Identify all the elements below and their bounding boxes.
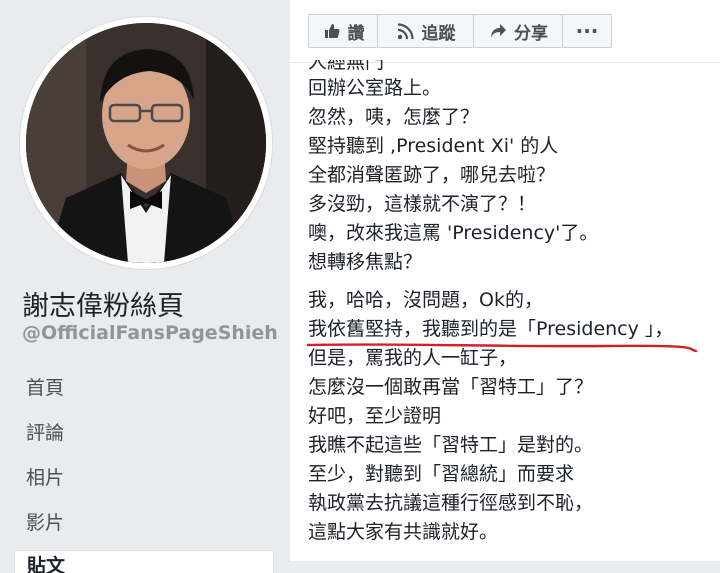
post-line: 執政黨去抗議這種行徑感到不恥， <box>308 492 594 514</box>
page-nav: 首頁 評論 相片 影片 貼文 <box>14 366 274 573</box>
more-options-button[interactable]: ··· <box>562 14 612 48</box>
page-handle[interactable]: @OfficialFansPageShieh <box>22 322 278 344</box>
like-button[interactable]: 讚 <box>308 14 378 48</box>
share-button[interactable]: 分享 <box>473 14 563 48</box>
page-name[interactable]: 謝志偉粉絲頁 <box>22 284 184 323</box>
share-arrow-icon <box>488 21 508 41</box>
post-line: 怎麼沒一個敢再當「習特工」了？ <box>308 376 594 398</box>
nav-item-reviews[interactable]: 評論 <box>14 411 274 456</box>
follow-button[interactable]: 追蹤 <box>377 14 474 48</box>
like-label: 讚 <box>347 23 365 44</box>
post-line: 好吧，至少證明 <box>308 405 442 427</box>
page-action-bar: 讚 追蹤 分享 ··· <box>308 14 612 50</box>
rss-icon <box>396 21 416 41</box>
post-line: 多沒勁，這樣就不演了？！ <box>308 193 537 215</box>
follow-label: 追蹤 <box>421 23 456 44</box>
post-line: 全都消聲匿跡了，哪兒去啦？ <box>308 164 556 186</box>
post-line: 我，哈哈，沒問題，Ok的， <box>308 289 543 311</box>
post-column: 讚 追蹤 分享 ··· 人經無門 回辦公室路上。 忽然，咦，怎麼了？ 堅持聽到 … <box>290 0 720 561</box>
post-line-highlighted: 我依舊堅持，我聽到的是「Presidency 」， <box>306 315 718 353</box>
post-body: 人經無門 回辦公室路上。 忽然，咦，怎麼了？ 堅持聽到 ,President X… <box>306 60 718 547</box>
profile-photo-illustration <box>26 23 266 263</box>
post-line: 回辦公室路上。 <box>308 77 442 99</box>
post-line: 堅持聽到 ,President Xi' 的人 <box>308 135 559 157</box>
post-line: 忽然，咦，怎麼了？ <box>308 106 480 128</box>
red-underline-mark <box>306 343 698 353</box>
nav-item-home[interactable]: 首頁 <box>14 366 274 411</box>
thumbs-up-icon <box>322 21 342 41</box>
post-line: 這點大家有共識就好。 <box>308 521 499 543</box>
nav-item-photos[interactable]: 相片 <box>14 456 274 501</box>
share-label: 分享 <box>514 23 548 44</box>
profile-picture-frame[interactable] <box>20 17 272 269</box>
post-line: 噢，改來我這罵 'Presidency'了。 <box>308 222 599 244</box>
post-line: 人經無門 <box>308 60 385 73</box>
nav-item-videos[interactable]: 影片 <box>14 501 274 546</box>
profile-picture[interactable] <box>26 23 266 263</box>
nav-item-posts[interactable]: 貼文 <box>14 550 274 573</box>
left-column: 謝志偉粉絲頁 @OfficialFansPageShieh 首頁 評論 相片 影… <box>0 0 290 573</box>
post-line: 至少，對聽到「習總統」而要求 <box>308 463 575 485</box>
post-line: 我瞧不起這些「習特工」是對的。 <box>308 434 594 456</box>
post-line: 想轉移焦點？ <box>308 251 423 273</box>
highlighted-phrase: 我依舊堅持，我聽到的是「Presidency 」， <box>306 315 698 353</box>
highlighted-text: 我依舊堅持，我聽到的是「Presidency 」， <box>308 318 674 340</box>
